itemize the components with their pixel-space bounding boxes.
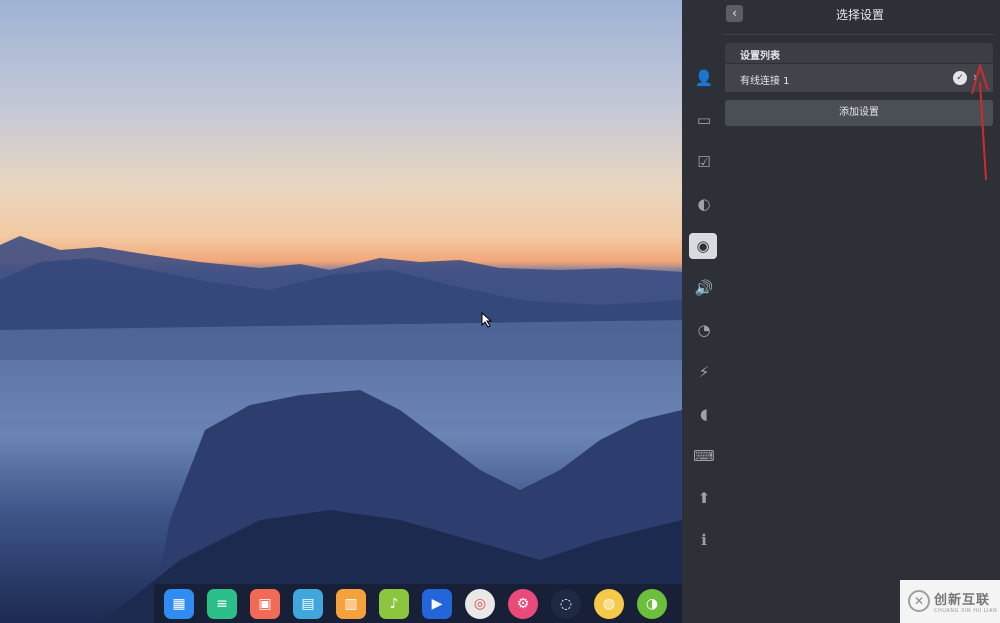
watermark-logo-icon: ✕	[908, 590, 930, 612]
settings-list: 设置列表 有线连接 1 ✓ ›	[725, 43, 993, 92]
settings-icon[interactable]: ⚙	[508, 588, 538, 619]
back-button[interactable]: ‹	[726, 5, 743, 22]
extra-app-icon[interactable]: ◑	[637, 588, 667, 619]
settings-list-title: 设置列表	[740, 51, 780, 62]
wired-connection-label: 有线连接 1	[740, 76, 790, 87]
screenshot-icon[interactable]: ◍	[594, 588, 624, 619]
watermark: ✕ 创新互联 CHUANG XIN HU LIAN	[900, 580, 1000, 623]
dock: ▦ ≡ ▣ ▤ ▥ ♪ ▶ ◎ ⚙ ◌ ◍ ◑	[154, 584, 682, 623]
header-divider	[723, 34, 995, 35]
launcher-icon[interactable]: ▦	[164, 588, 194, 619]
update-icon[interactable]: ⬆	[692, 486, 716, 510]
personalization-icon[interactable]: ◐	[692, 192, 716, 216]
video-icon[interactable]: ▶	[422, 588, 452, 619]
chrome-icon[interactable]: ◎	[465, 588, 495, 619]
file-manager-icon[interactable]: ≡	[207, 588, 237, 619]
sound-icon[interactable]: 🔊	[692, 276, 716, 300]
music-icon[interactable]: ♪	[379, 588, 409, 619]
wired-connection-item[interactable]: 有线连接 1 ✓ ›	[725, 64, 993, 92]
keyboard-icon[interactable]: ⌨	[692, 444, 716, 468]
accounts-icon[interactable]: 👤	[692, 66, 716, 90]
archive-icon[interactable]: ▤	[293, 588, 323, 619]
desktop-wallpaper	[0, 0, 682, 623]
page-title: 选择设置	[835, 8, 884, 22]
power-icon[interactable]: ⚡	[692, 360, 716, 384]
settings-panel: 👤 ▭ ☑ ◐ ◉ 🔊 ◔ ⚡ ◖ ⌨ ⬆ ℹ	[682, 0, 1000, 623]
add-setting-button[interactable]: 添加设置	[725, 100, 993, 126]
network-icon[interactable]: ◉	[689, 233, 717, 259]
red-arrow-annotation	[971, 62, 989, 181]
app-store-icon[interactable]: ▥	[336, 588, 366, 619]
default-apps-icon[interactable]: ☑	[692, 150, 716, 174]
deepin-icon[interactable]: ◌	[551, 588, 581, 619]
screen-recorder-icon[interactable]: ▣	[250, 588, 280, 619]
watermark-subtitle: CHUANG XIN HU LIAN	[934, 608, 998, 614]
watermark-title: 创新互联	[934, 593, 991, 608]
mouse-icon[interactable]: ◖	[692, 402, 716, 426]
time-icon[interactable]: ◔	[692, 318, 716, 342]
info-icon[interactable]: ℹ	[692, 528, 716, 552]
display-icon[interactable]: ▭	[692, 108, 716, 132]
